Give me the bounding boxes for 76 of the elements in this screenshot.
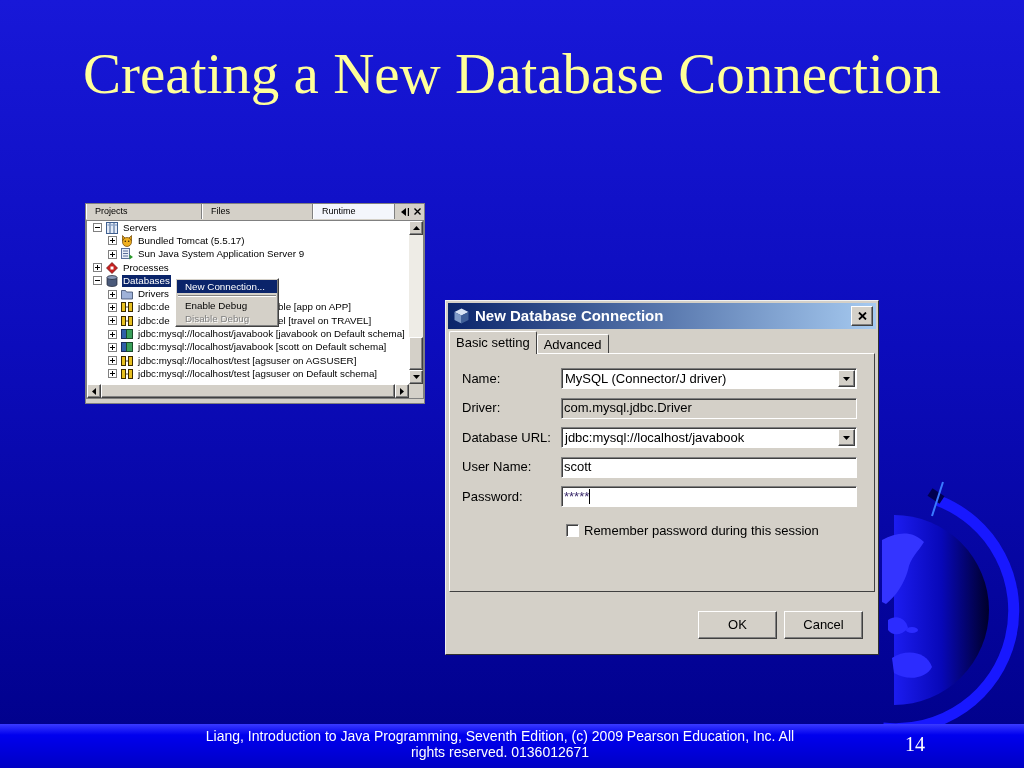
close-icon[interactable]: [414, 208, 421, 215]
text-field[interactable]: com.mysql.jdbc.Driver: [561, 397, 857, 419]
scroll-left-button[interactable]: [87, 384, 101, 398]
ok-button[interactable]: OK: [698, 611, 777, 639]
tab[interactable]: Runtime: [313, 204, 395, 219]
collapse-icon[interactable]: [93, 223, 102, 233]
expand-icon[interactable]: [108, 342, 117, 352]
cat-icon: [121, 234, 133, 247]
menu-item[interactable]: Enable Debug: [177, 299, 277, 312]
vertical-scrollbar[interactable]: [409, 221, 423, 384]
tab[interactable]: Basic setting: [449, 331, 537, 354]
tab[interactable]: Files: [202, 204, 313, 219]
dropdown-button[interactable]: [838, 429, 855, 446]
caret-right-icon: [400, 387, 404, 395]
footer-credit: Liang, Introduction to Java Programming, Seventh Edition, (c) 2009 Pearson Education, Inc. All rights reserved. 0136012671: [204, 727, 796, 762]
server-rack-icon: [106, 221, 118, 234]
expand-icon[interactable]: [108, 289, 117, 299]
password-field[interactable]: *****: [561, 486, 857, 507]
tree-item[interactable]: jdbc:mysql://localhost/test [agsuser on AGSUSER]: [137, 354, 358, 367]
text-cursor-icon: [589, 489, 591, 504]
field-label: Driver:: [462, 399, 502, 418]
tree-item[interactable]: jdbc:mysql://localhost/javabook [scott on Default schema]: [137, 341, 388, 354]
cancel-button[interactable]: Cancel: [784, 611, 863, 639]
tree-item[interactable]: jdbc:de: [137, 301, 171, 314]
database-icon: [106, 274, 118, 287]
checkbox[interactable]: [566, 524, 579, 538]
tab[interactable]: Projects: [86, 204, 202, 219]
tree-item[interactable]: Bundled Tomcat (5.5.17): [137, 234, 246, 247]
tree-item[interactable]: Drivers: [137, 288, 171, 301]
field-label: Password:: [462, 487, 524, 506]
tree-item[interactable]: jdbc:mysql://localhost/javabook [javabook on Default schema]: [137, 328, 406, 340]
expand-icon[interactable]: [108, 329, 117, 339]
scroll-thumb[interactable]: [409, 337, 423, 370]
window-title: New Database Connection: [475, 305, 664, 326]
combo-box[interactable]: MySQL (Connector/J driver): [561, 368, 857, 389]
cube-icon: [454, 308, 469, 324]
caret-down-icon: [412, 375, 420, 379]
dropdown-button[interactable]: [838, 370, 855, 387]
text-field[interactable]: scott: [561, 456, 857, 478]
field-label: Name:: [462, 369, 502, 388]
menu-item[interactable]: New Connection...: [177, 280, 277, 293]
tree-item[interactable]: Databases: [122, 274, 171, 287]
tree-item[interactable]: Servers: [122, 221, 158, 234]
expand-icon[interactable]: [93, 263, 102, 273]
server-icon: [121, 248, 133, 261]
expand-icon[interactable]: [108, 249, 117, 259]
caret-left-icon: [92, 387, 96, 395]
page-number: 14: [905, 732, 925, 757]
close-icon: [857, 312, 867, 320]
tree-item[interactable]: ble [app on APP]: [277, 301, 352, 314]
expand-icon[interactable]: [108, 302, 117, 312]
caret-up-icon: [412, 226, 420, 230]
expand-icon[interactable]: [108, 236, 117, 246]
scroll-up-button[interactable]: [409, 221, 423, 235]
close-button[interactable]: [851, 306, 873, 326]
tree-item[interactable]: Processes: [122, 261, 170, 274]
tab[interactable]: Advanced: [536, 334, 609, 353]
triangle-bar-icon[interactable]: [401, 207, 409, 216]
tree-item[interactable]: Sun Java System Application Server 9: [137, 248, 306, 261]
diamond-icon: [106, 261, 118, 274]
caret-down-icon: [843, 376, 850, 381]
field-label: User Name:: [462, 458, 533, 477]
scroll-down-button[interactable]: [409, 370, 423, 384]
slide-title: Creating a New Database Connection: [82, 41, 942, 107]
expand-icon[interactable]: [108, 356, 117, 366]
expand-icon[interactable]: [108, 369, 117, 379]
tree-item[interactable]: jdbc:mysql://localhost/test [agsuser on Default schema]: [137, 367, 379, 380]
expand-icon[interactable]: [108, 316, 117, 326]
tree-item[interactable]: jdbc:de: [137, 314, 171, 327]
field-label: Database URL:: [462, 428, 552, 447]
scroll-right-button[interactable]: [395, 384, 409, 398]
folder-icon: [121, 288, 133, 301]
checkbox-label[interactable]: Remember password during this session: [584, 521, 819, 541]
collapse-icon[interactable]: [93, 276, 102, 286]
combo-box[interactable]: jdbc:mysql://localhost/javabook: [561, 427, 857, 448]
caret-down-icon: [843, 435, 850, 440]
